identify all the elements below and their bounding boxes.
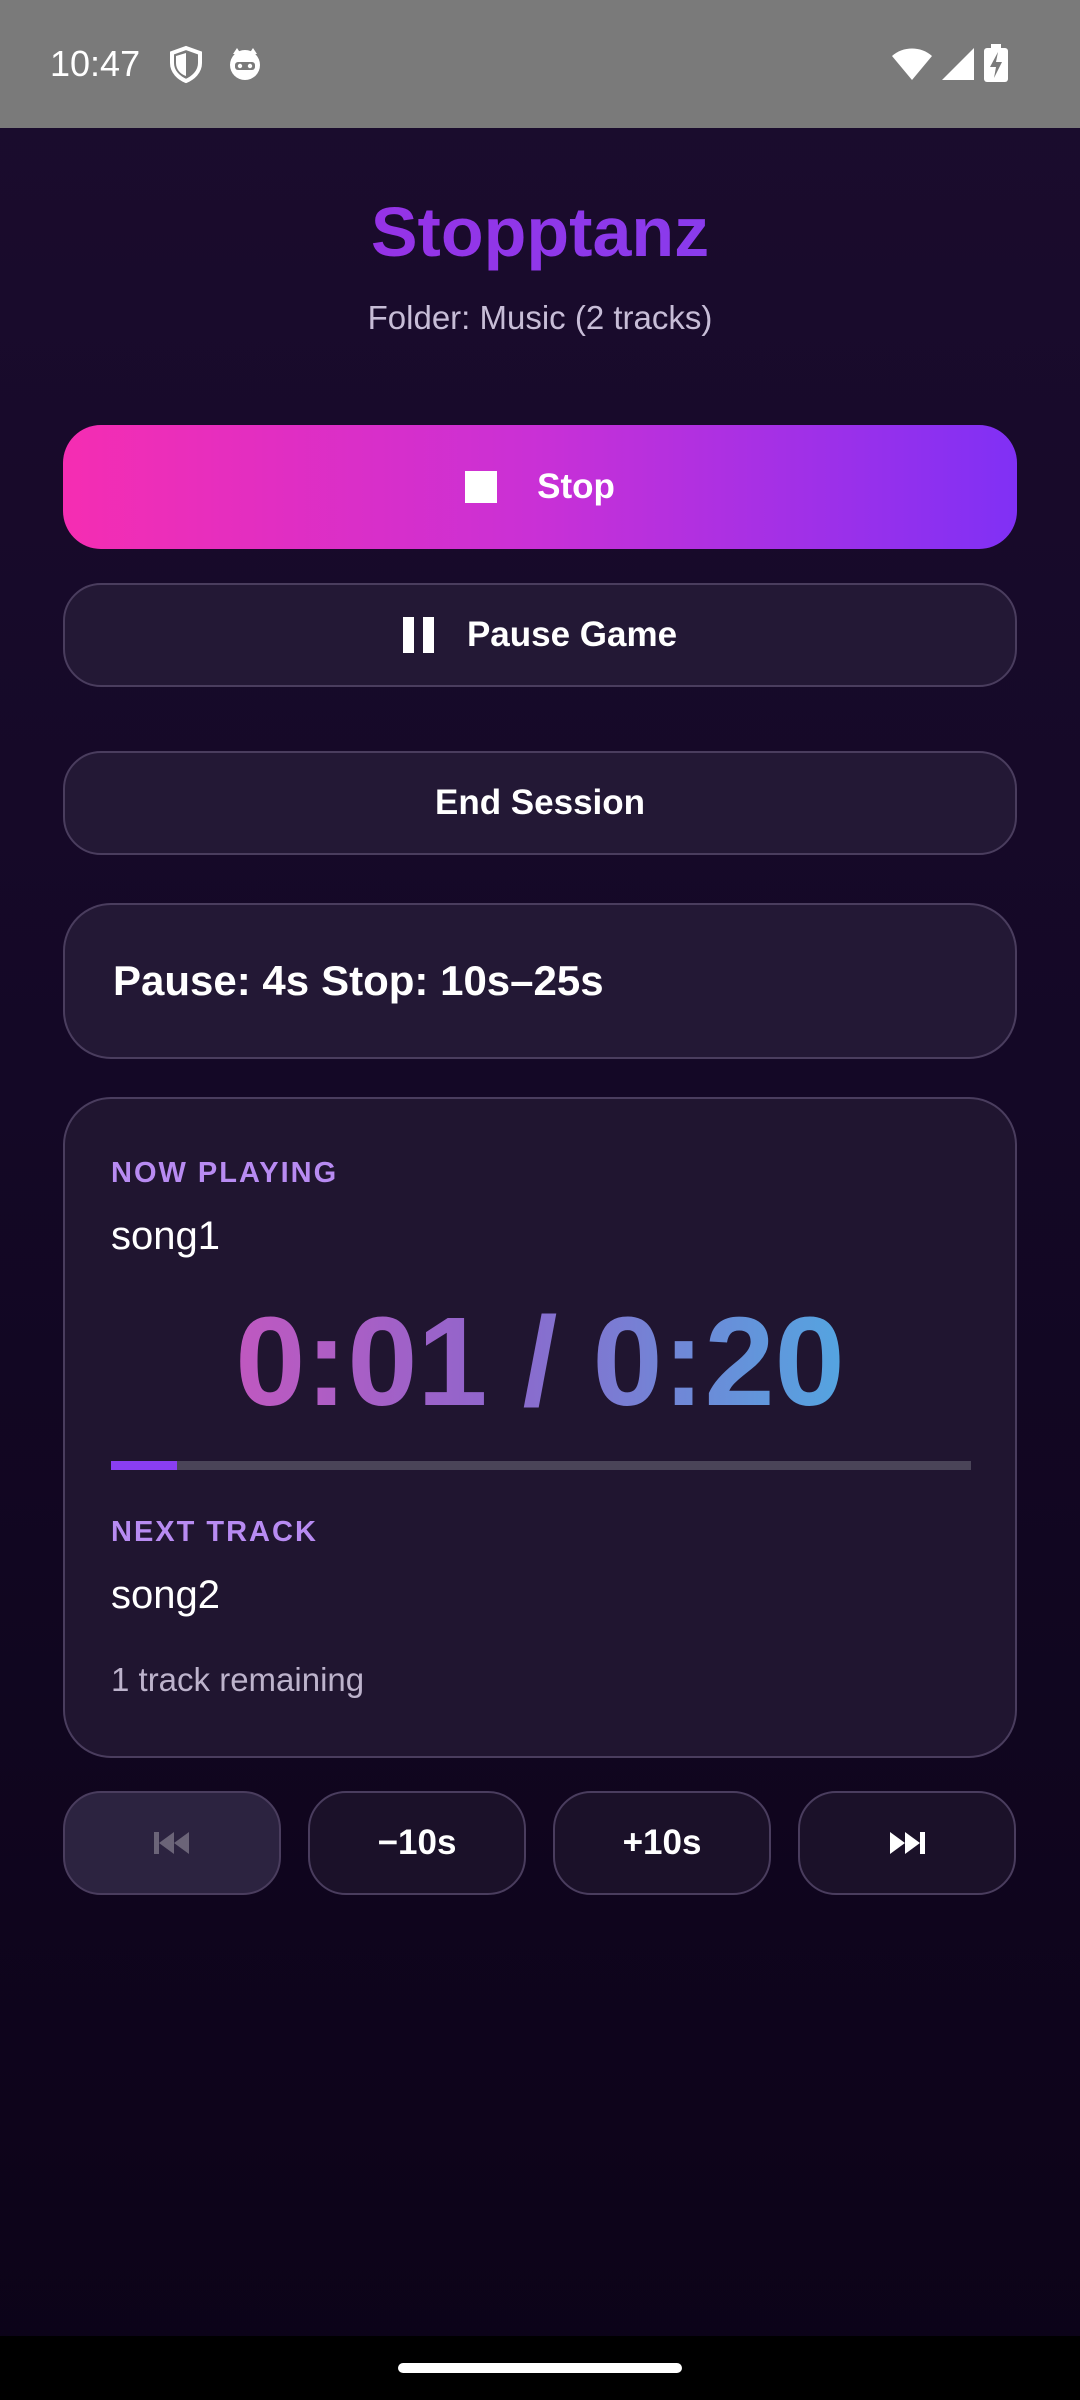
progress-fill bbox=[111, 1461, 178, 1470]
battery-charging-icon bbox=[984, 44, 1008, 82]
pause-icon bbox=[402, 617, 434, 653]
shield-icon bbox=[170, 45, 202, 84]
next-track-button[interactable] bbox=[798, 1791, 1016, 1895]
progress-bar[interactable] bbox=[111, 1461, 971, 1470]
end-session-button-label: End Session bbox=[434, 783, 646, 822]
timing-info-card: Pause: 4s Stop: 10s–25s bbox=[63, 903, 1017, 1059]
app-title: Stopptanz bbox=[0, 190, 1080, 274]
skip-previous-icon bbox=[154, 1832, 189, 1854]
stop-range-text: Stop: 10s–25s bbox=[321, 957, 604, 1004]
folder-subtitle: Folder: Music (2 tracks) bbox=[367, 299, 713, 336]
forward-10s-label: +10s bbox=[622, 1823, 702, 1862]
stop-icon bbox=[465, 471, 498, 503]
now-playing-label: NOW PLAYING bbox=[111, 1157, 339, 1189]
current-track-name: song1 bbox=[111, 1214, 220, 1258]
stop-button[interactable]: Stop bbox=[63, 425, 1017, 549]
previous-track-button[interactable] bbox=[63, 1791, 281, 1895]
status-bar: 10:47 bbox=[0, 0, 1080, 128]
next-track-name: song2 bbox=[111, 1573, 220, 1617]
home-gesture-handle[interactable] bbox=[398, 2363, 682, 2373]
forward-10s-button[interactable]: +10s bbox=[553, 1791, 771, 1895]
now-playing-card: NOW PLAYING song1 0:01 / 0:20 NEXT TRACK… bbox=[63, 1097, 1017, 1758]
rewind-10s-button[interactable]: −10s bbox=[308, 1791, 526, 1895]
end-session-button[interactable]: End Session bbox=[63, 751, 1017, 855]
status-time: 10:47 bbox=[50, 43, 141, 84]
stop-button-label: Stop bbox=[537, 467, 615, 506]
wifi-icon bbox=[892, 48, 932, 80]
skip-next-icon bbox=[890, 1832, 925, 1854]
cat-icon bbox=[230, 48, 260, 80]
pause-duration-text: Pause: 4s bbox=[113, 957, 310, 1004]
playback-time: 0:01 / 0:20 bbox=[65, 1292, 1015, 1432]
next-track-label: NEXT TRACK bbox=[111, 1516, 318, 1548]
pause-game-button[interactable]: Pause Game bbox=[63, 583, 1017, 687]
signal-icon bbox=[942, 48, 974, 80]
pause-game-button-label: Pause Game bbox=[466, 615, 678, 654]
rewind-10s-label: −10s bbox=[377, 1823, 457, 1862]
tracks-remaining: 1 track remaining bbox=[111, 1661, 365, 1698]
